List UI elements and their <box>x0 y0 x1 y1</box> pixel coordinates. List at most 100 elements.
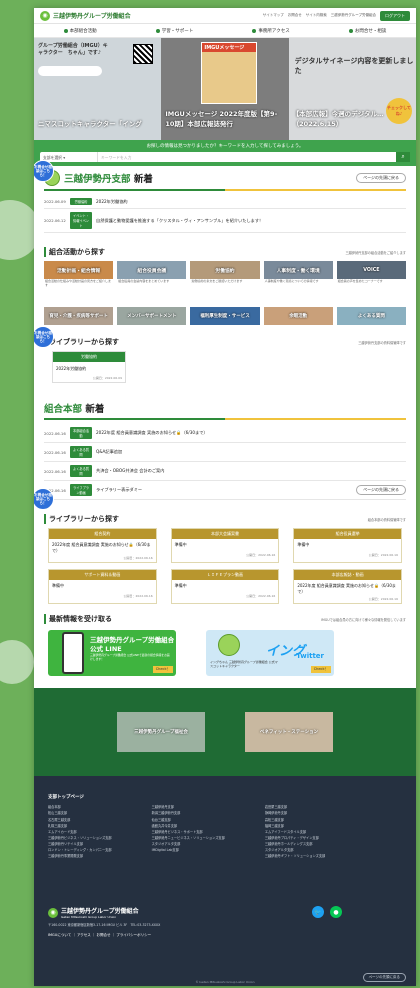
twitter-banner[interactable]: イング イングちゃん 三越伊勢丹グループ労働組合 公式マスコットキャラクター T… <box>206 630 334 677</box>
page-top-button[interactable]: ページの先頭に戻る <box>362 973 406 983</box>
library-card[interactable]: サポート資料＆動画 準備中 公開日：2022.06.16 <box>48 569 157 605</box>
news-item[interactable]: 2022.06.16 よくある質問 Q&A記事追加 <box>44 443 406 462</box>
activity-tile[interactable]: メンバーサポートメント <box>117 307 187 325</box>
section-note: 三越伊勢丹支部の組合活動をご紹介します <box>345 251 406 255</box>
activity-tile[interactable]: 福利厚生制度・サービス <box>190 307 260 325</box>
library-header: ライブラリーから探す 三越伊勢丹支部の資料保管庫です <box>34 325 416 351</box>
footer-logo[interactable]: ◉ 三越伊勢丹グループ労働組合 Isetan Mitsukoshi Group L… <box>48 906 402 919</box>
copyright: © Isetan Mitsukoshi Group Labor Union <box>195 980 255 985</box>
social-links: 🐦 ● <box>312 906 342 919</box>
footer-link[interactable]: IMDigital Lab支部 <box>152 847 225 853</box>
news-item[interactable]: 2022.06.09 労働協約 2022年労働協約 <box>44 195 406 209</box>
check-bubble: チェックしてね♪ <box>385 98 412 124</box>
activity-tile[interactable]: 余暇活動 <box>263 307 333 325</box>
bullet-icon <box>348 28 353 33</box>
search-input[interactable]: キーワードを入力 <box>98 152 396 162</box>
activity-tile[interactable]: よくある質問 <box>336 307 406 325</box>
mascot-icon <box>218 634 240 657</box>
check-label: Check！ <box>152 666 173 674</box>
welfare-banner[interactable]: 三越伊勢丹グループ福祉会 <box>117 712 205 753</box>
hero-slide-magazine[interactable]: IMGUメッセージ IMGUメッセージ 2022年度版【第9-10期】本部広報誌… <box>161 38 289 140</box>
footer-link[interactable]: 三越伊勢丹ビジネス・ソリューションズ支部 <box>48 835 112 841</box>
activity-tile[interactable]: 活動計画・組合情報 組合活動の仕組みや活動計画の見方をご紹介します <box>44 261 114 301</box>
footer-column: 岩田屋三越支部 静岡伊勢丹支部 高松三越支部 福岡三越支部 エムアイフードスタイル支部三… <box>265 804 325 859</box>
news-item[interactable]: 2022.06.12 イベント・情報イベント 自然保護と動物愛護を推進する「クリ… <box>44 209 406 233</box>
news-item[interactable]: 2022.06.16 ライフプラン動画 ライブラリー表示ダミー ページの先頭に戻る <box>44 481 406 500</box>
twitter-icon[interactable]: 🐦 <box>312 906 324 919</box>
hero-caption: ニマスコットキャラクター「イング <box>38 120 142 128</box>
top-link-sitemap[interactable]: サイトマップ <box>263 13 284 18</box>
latest-banners: 三越伊勢丹グループ労働組合公式 LINE 三越伊勢丹グループ労働組合 公式LIN… <box>34 628 416 678</box>
activity-tile[interactable]: 育児・介護・疾病等サポート <box>44 307 114 325</box>
branch-news-header: 三越伊勢丹支部 新着 ページの先頭に戻る <box>34 166 416 189</box>
search-form: 支部を選択 ▾ キーワードを入力 ⌕ <box>40 152 410 162</box>
partner-band: 三越伊勢丹グループ福祉会 ベネフィット・ステーション <box>34 688 416 777</box>
footer: 支部トップページ 組合本部 松山三越支部 名古屋三越支部 札幌三越支部 エムアイカード支… <box>34 776 416 986</box>
footer-address: 〒160-0022 東京都新宿区新宿3-17-16 IMGU ビル 3F TEL… <box>48 923 161 928</box>
footer-link[interactable]: 三越伊勢丹プロパティ・デザイン支部 <box>265 835 325 841</box>
news-item[interactable]: 2022.06.16 本部組合活動 2022年度 組合員意識調査 実施のお知らせ🔒（… <box>44 424 406 443</box>
benefit-station-banner[interactable]: ベネフィット・ステーション <box>245 712 333 753</box>
library-card[interactable]: ＬＩＦＥプラン動画 準備中 公開日：2022.06.16 <box>170 569 280 605</box>
gnav-item-contact[interactable]: お問合せ・相談 <box>348 28 386 34</box>
site-logo[interactable]: ◉ 三越伊勢丹グループ労働組合 <box>40 10 131 21</box>
section-title: 最新情報を受け取る <box>44 614 112 625</box>
activity-tile[interactable]: 人事制度・働く環境 人事制度や働く環境についての情報です <box>263 261 333 301</box>
section-title: 三越伊勢丹支部 新着 <box>64 174 153 185</box>
gnav-item-access[interactable]: 事務所アクセス <box>252 28 290 34</box>
line-banner[interactable]: 三越伊勢丹グループ労働組合公式 LINE 三越伊勢丹グループ労働組合 公式LIN… <box>48 630 176 677</box>
top-link-search[interactable]: サイト内検索 <box>306 13 327 18</box>
union-logo-icon: ◉ <box>48 907 58 918</box>
library-header: ライブラリーから探す 組合本部の資料保管庫です <box>34 500 416 528</box>
page: ◉ 三越伊勢丹グループ労働組合 サイトマップ お問合せ サイト内検索 三越伊勢丹… <box>34 8 416 986</box>
page-top-button[interactable]: ページの先頭に戻る <box>356 173 406 183</box>
org-name: 三越伊勢丹グループ労働組合 <box>53 13 131 20</box>
activity-tile[interactable]: VOICE 組合員の声を集めたコーナーです <box>336 261 406 301</box>
library-card[interactable]: 本部大会議案書 準備中 公開日：2022.06.16 <box>170 528 280 564</box>
footer-bottom: ◉ 三越伊勢丹グループ労働組合 Isetan Mitsukoshi Group L… <box>48 906 402 938</box>
footer-link[interactable]: 三越伊勢丹ギフト・ソリューションズ支部 <box>265 853 325 859</box>
news-item[interactable]: 2022.06.16 よくある質問 共済会・OBOG共済会 会計のご案内 <box>44 462 406 481</box>
search-button[interactable]: ⌕ <box>396 152 410 162</box>
union-logo-icon: ◉ <box>40 10 50 21</box>
divider <box>44 189 406 191</box>
activity-tile[interactable]: 組合役員会議 組合役員の会議内容をまとめています <box>117 261 187 301</box>
branch-news-list: 2022.06.09 労働協約 2022年労働協約 2022.06.12 イベン… <box>44 195 406 233</box>
top-link-union[interactable]: 三越伊勢丹グループ労働組合 <box>331 13 376 18</box>
bullet-icon <box>252 28 257 33</box>
top-link-contact[interactable]: お問合せ <box>288 13 302 18</box>
library-card[interactable]: 組合契約 2022年度 組合員意識調査 実施のお知らせ🔒（6/30まで） 公開日：2… <box>48 528 157 564</box>
search-prompt: お探しの情報は見つかりましたか？キーワードを入力して探してみましょう。 <box>146 144 304 149</box>
hq-news-header: 組合本部 新着 <box>34 383 416 418</box>
line-icon[interactable]: ● <box>330 906 342 919</box>
footer-link[interactable]: 三越伊勢丹ニュービジネス・ソリューションズ支部 <box>152 835 225 841</box>
page-top-button[interactable]: ページの先頭に戻る <box>356 485 406 495</box>
footer-heading: 支部トップページ <box>48 795 84 801</box>
top-bar: ◉ 三越伊勢丹グループ労働組合 サイトマップ お問合せ サイト内検索 三越伊勢丹… <box>34 8 416 24</box>
top-links: サイトマップ お問合せ サイト内検索 三越伊勢丹グループ労働組合 ログアウト <box>263 10 410 21</box>
branch-select[interactable]: 支部を選択 ▾ <box>40 152 98 162</box>
phone-icon <box>62 632 84 675</box>
hero-caption: IMGUメッセージ 2022年度版【第9-10期】本部広報誌発行 <box>165 110 278 128</box>
gnav-item-support[interactable]: 学習・サポート <box>155 28 193 34</box>
section-title: ライブラリーから探す <box>44 514 119 524</box>
footer-link[interactable]: 三越伊勢丹事業開発支部 <box>48 853 112 859</box>
global-nav: 本部組合活動 学習・サポート 事務所アクセス お問合せ・相談 <box>34 24 416 38</box>
bullet-icon <box>63 28 68 33</box>
library-card[interactable]: 労働協約 2022年労働協約 公開日：2022.06.09 <box>52 351 126 383</box>
gnav-item-activities[interactable]: 本部組合活動 <box>63 28 97 34</box>
library-card[interactable]: 本部広報誌・動画 2022年度 組合員意識調査 実施のお知らせ🔒（6/30まで）公… <box>293 569 402 605</box>
hero-slide-signage[interactable]: デジタルサイネージ内容を更新しました 【本部広報】今週のデジタル…（2022.6… <box>288 38 416 140</box>
magazine-cover: IMGUメッセージ <box>201 42 258 104</box>
hero-carousel: グループ労働組合（IMGU）キャラクター ちゃん」です♪ ニマスコットキャラクタ… <box>34 38 416 140</box>
qr-code-icon <box>133 44 154 64</box>
divider <box>44 418 406 420</box>
search-band: お探しの情報は見つかりましたか？キーワードを入力して探してみましょう。 支部を選… <box>34 140 416 166</box>
section-title: ライブラリーから探す <box>44 337 119 347</box>
logout-button[interactable]: ログアウト <box>380 10 410 21</box>
hero-slide-mascot[interactable]: グループ労働組合（IMGU）キャラクター ちゃん」です♪ ニマスコットキャラクタ… <box>34 38 162 140</box>
footer-links[interactable]: IMGUについて ｜ アクセス ｜ お問合せ ｜ プライバシーポリシー <box>48 933 402 938</box>
bg-circle <box>0 640 34 684</box>
activity-tile[interactable]: 労働協約 労働協約の条文をご確認いただけます <box>190 261 260 301</box>
library-card[interactable]: 組合役員選挙 準備中 公開日：2022.06.16 <box>293 528 402 564</box>
